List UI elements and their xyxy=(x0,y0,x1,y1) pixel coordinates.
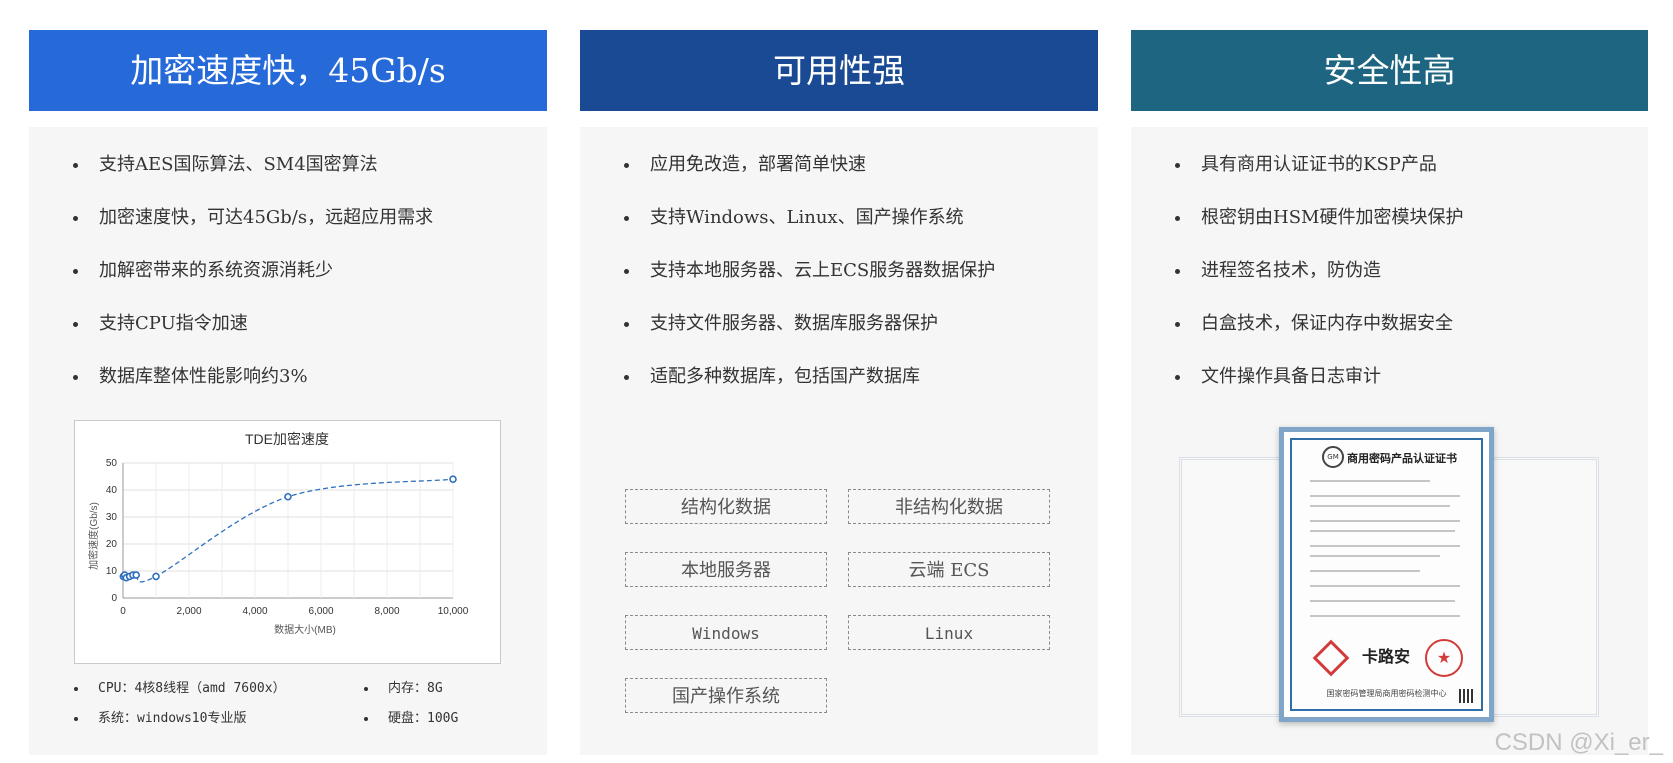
chart-ytick-label: 20 xyxy=(106,539,118,550)
feature-list: 支持AES国际算法、SM4国密算法 加密速度快，可达45Gb/s，远超应用需求 … xyxy=(73,147,537,412)
feature-item: 应用免改造，部署简单快速 xyxy=(624,147,1088,200)
certificate-title: 商用密码产品认证证书 xyxy=(1347,452,1457,465)
chart-xtick-label: 2,000 xyxy=(176,606,201,617)
tag-local-server: 本地服务器 xyxy=(625,552,827,587)
feature-item: 支持文件服务器、数据库服务器保护 xyxy=(624,306,1088,359)
chart-xtick-label: 4,000 xyxy=(242,606,267,617)
chart-xtick-label: 10,000 xyxy=(438,606,469,617)
tag-windows: Windows xyxy=(625,615,827,650)
chart-xtick-label: 6,000 xyxy=(308,606,333,617)
spec-disk: 硬盘：100G xyxy=(364,709,458,729)
feature-item: 适配多种数据库，包括国产数据库 xyxy=(624,359,1088,412)
certificate-image: GM 商用密码产品认证证书 卡路安 ★ 国家密码管理局商用密码检测中心 xyxy=(1179,427,1599,727)
feature-item: 数据库整体性能影响约3% xyxy=(73,359,537,412)
cert-text-line xyxy=(1310,520,1460,522)
chart-ytick-label: 10 xyxy=(106,566,118,577)
cert-text-line xyxy=(1310,545,1460,547)
cert-text-line xyxy=(1310,585,1460,587)
gm-logo-icon: GM xyxy=(1322,446,1344,468)
certificate-brand: 卡路安 xyxy=(1362,647,1411,666)
spec-os: 系统：windows10专业版 xyxy=(74,709,246,729)
cert-text-line xyxy=(1310,530,1455,532)
feature-item: 加密速度快，可达45Gb/s，远超应用需求 xyxy=(73,200,537,253)
feature-item: 支持CPU指令加速 xyxy=(73,306,537,359)
spec-cpu: CPU：4核8线程（amd 7600x） xyxy=(74,679,286,699)
cert-text-line xyxy=(1310,555,1440,557)
chart-svg: TDE加密速度 数据大小(MB) 加密速度(Gb/s) 0 10 20 30 40 50 0… xyxy=(87,431,469,636)
feature-item: 支持AES国际算法、SM4国密算法 xyxy=(73,147,537,200)
chart-ylabel: 加密速度(Gb/s) xyxy=(87,502,100,570)
header-encryption-speed: 加密速度快，45Gb/s xyxy=(29,30,547,111)
chart-data-point xyxy=(284,492,292,501)
red-seal-icon: ★ xyxy=(1425,639,1463,677)
feature-item: 加解密带来的系统资源消耗少 xyxy=(73,253,537,306)
header-availability: 可用性强 xyxy=(580,30,1098,111)
tag-linux: Linux xyxy=(848,615,1050,650)
chart-ytick-label: 50 xyxy=(106,458,118,469)
feature-item: 根密钥由HSM硬件加密模块保护 xyxy=(1175,200,1638,253)
tde-speed-chart: TDE加密速度 数据大小(MB) 加密速度(Gb/s) 0 10 20 30 40 50 0… xyxy=(74,420,501,664)
tag-domestic-os: 国产操作系统 xyxy=(625,678,827,713)
cert-text-line xyxy=(1310,495,1460,497)
feature-item: 支持本地服务器、云上ECS服务器数据保护 xyxy=(624,253,1088,306)
certificate-front: GM 商用密码产品认证证书 卡路安 ★ 国家密码管理局商用密码检测中心 xyxy=(1279,427,1494,722)
cert-text-line xyxy=(1310,600,1455,602)
cert-text-line xyxy=(1310,615,1460,617)
feature-item: 白盒技术，保证内存中数据安全 xyxy=(1175,306,1638,359)
feature-item: 文件操作具备日志审计 xyxy=(1175,359,1638,412)
panel-availability: 应用免改造，部署简单快速 支持Windows、Linux、国产操作系统 支持本地… xyxy=(580,127,1098,755)
chart-data-point xyxy=(449,475,457,484)
cert-text-line xyxy=(1310,505,1450,507)
feature-list: 应用免改造，部署简单快速 支持Windows、Linux、国产操作系统 支持本地… xyxy=(624,147,1088,412)
chart-xlabel: 数据大小(MB) xyxy=(274,623,336,636)
feature-item: 支持Windows、Linux、国产操作系统 xyxy=(624,200,1088,253)
tag-structured-data: 结构化数据 xyxy=(625,489,827,524)
chart-title: TDE加密速度 xyxy=(245,431,329,447)
panel-encryption-speed: 支持AES国际算法、SM4国密算法 加密速度快，可达45Gb/s，远超应用需求 … xyxy=(29,127,547,755)
qr-code-icon xyxy=(1459,689,1473,703)
feature-item: 具有商用认证证书的KSP产品 xyxy=(1175,147,1638,200)
cert-text-line xyxy=(1310,480,1430,482)
spec-memory: 内存：8G xyxy=(364,679,443,699)
chart-grid xyxy=(122,462,454,599)
chart-xtick-label: 0 xyxy=(120,606,126,617)
cert-text-line xyxy=(1310,570,1420,572)
tag-cloud-ecs: 云端 ECS xyxy=(848,552,1050,587)
tag-unstructured-data: 非结构化数据 xyxy=(848,489,1050,524)
brand-logo-icon xyxy=(1312,639,1350,677)
header-security: 安全性高 xyxy=(1131,30,1648,111)
chart-data-point xyxy=(152,572,160,581)
feature-list: 具有商用认证证书的KSP产品 根密钥由HSM硬件加密模块保护 进程签名技术，防伪… xyxy=(1175,147,1638,412)
chart-ytick-label: 0 xyxy=(111,593,117,604)
panel-security: 具有商用认证证书的KSP产品 根密钥由HSM硬件加密模块保护 进程签名技术，防伪… xyxy=(1131,127,1648,755)
certificate-footer: 国家密码管理局商用密码检测中心 xyxy=(1326,689,1447,698)
chart-xtick-label: 8,000 xyxy=(374,606,399,617)
chart-ytick-label: 30 xyxy=(106,512,118,523)
chart-ytick-label: 40 xyxy=(106,485,118,496)
watermark: CSDN @Xi_er_ xyxy=(1494,729,1663,756)
feature-item: 进程签名技术，防伪造 xyxy=(1175,253,1638,306)
chart-data-point xyxy=(132,571,141,579)
